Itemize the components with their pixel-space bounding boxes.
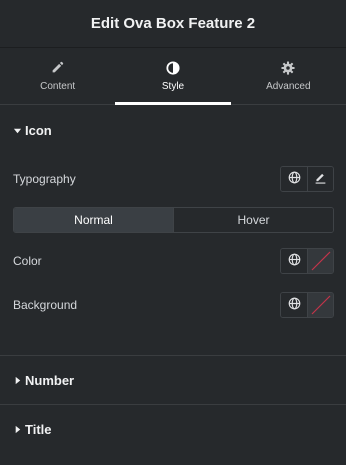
background-label: Background <box>13 298 78 312</box>
state-hover-tab[interactable]: Hover <box>173 208 333 232</box>
global-color-button[interactable] <box>281 249 307 273</box>
section-title-header[interactable]: Title <box>0 405 346 453</box>
tab-advanced[interactable]: Advanced <box>231 48 346 104</box>
color-row: Color <box>0 239 346 283</box>
color-controls <box>280 248 334 274</box>
global-background-button[interactable] <box>281 293 307 317</box>
typography-row: Typography <box>0 157 346 201</box>
state-toggle: Normal Hover <box>13 207 334 233</box>
contrast-icon <box>166 60 180 75</box>
section-number-title: Number <box>25 372 75 388</box>
tab-content[interactable]: Content <box>0 48 115 104</box>
caret-down-icon <box>13 126 25 135</box>
tab-style-label: Style <box>161 80 185 92</box>
tab-advanced-label: Advanced <box>266 80 311 92</box>
typography-controls <box>280 166 334 192</box>
section-icon-header[interactable]: Icon <box>0 105 346 155</box>
color-swatch[interactable] <box>307 249 333 273</box>
panel-tabs: Content Style Advanced <box>0 48 346 105</box>
caret-right-icon <box>13 376 25 385</box>
section-number: Number <box>0 356 346 405</box>
tab-style[interactable]: Style <box>115 48 231 105</box>
typography-label: Typography <box>13 172 76 186</box>
caret-right-icon <box>13 425 25 434</box>
background-controls <box>280 292 334 318</box>
panel-header: Edit Ova Box Feature 2 <box>0 0 346 48</box>
pencil-icon <box>314 171 327 187</box>
globe-icon <box>288 253 301 269</box>
globe-icon <box>288 297 301 313</box>
section-title-title: Title <box>25 421 52 437</box>
tab-content-label: Content <box>40 80 76 92</box>
pencil-icon <box>51 61 65 75</box>
globe-icon <box>288 171 301 187</box>
gear-icon <box>281 60 295 75</box>
background-row: Background <box>0 283 346 327</box>
global-typography-button[interactable] <box>281 167 307 191</box>
section-title: Title <box>0 405 346 453</box>
background-swatch[interactable] <box>307 293 333 317</box>
section-icon-title: Icon <box>25 122 52 138</box>
edit-typography-button[interactable] <box>307 167 333 191</box>
state-normal-tab[interactable]: Normal <box>14 208 173 232</box>
color-label: Color <box>13 254 42 268</box>
section-number-header[interactable]: Number <box>0 356 346 404</box>
panel-title: Edit Ova Box Feature 2 <box>90 15 256 32</box>
section-icon: Icon Typography Normal Hover Color Backg… <box>0 105 346 356</box>
